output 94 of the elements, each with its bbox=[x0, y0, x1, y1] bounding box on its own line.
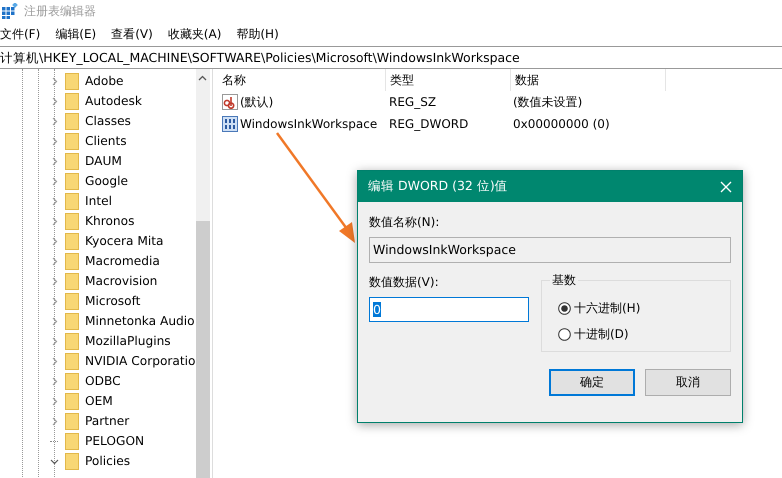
dialog-title: 编辑 DWORD (32 位)值 bbox=[368, 178, 508, 195]
menu-item[interactable]: 帮助(H) bbox=[236, 26, 279, 42]
folder-icon bbox=[65, 252, 79, 270]
chevron-right-icon[interactable] bbox=[50, 256, 59, 266]
address-bar[interactable]: 计算机\HKEY_LOCAL_MACHINE\SOFTWARE\Policies\Microsoft\WindowsInkWorkspace bbox=[0, 46, 782, 69]
tree-item[interactable]: Khronos bbox=[85, 214, 134, 228]
tree-item[interactable]: Intel bbox=[85, 194, 112, 208]
chevron-right-icon[interactable] bbox=[50, 156, 59, 166]
folder-icon bbox=[65, 192, 79, 210]
folder-icon bbox=[65, 372, 79, 390]
tree-item[interactable]: NVIDIA Corporatio bbox=[85, 354, 196, 368]
menu-item[interactable]: 编辑(E) bbox=[55, 26, 96, 42]
tree-item[interactable]: Partner bbox=[85, 414, 130, 428]
folder-icon bbox=[65, 232, 79, 250]
tree-item[interactable]: DAUM bbox=[85, 154, 122, 168]
scrollbar[interactable] bbox=[196, 69, 210, 478]
cancel-button[interactable]: 取消 bbox=[645, 369, 731, 396]
binary-value-icon bbox=[222, 116, 238, 132]
menu-item[interactable]: 查看(V) bbox=[111, 26, 153, 42]
tree-item[interactable]: OEM bbox=[85, 394, 113, 408]
value-name-field[interactable]: WindowsInkWorkspace bbox=[369, 237, 731, 263]
chevron-right-icon[interactable] bbox=[50, 316, 59, 326]
chevron-right-icon[interactable] bbox=[50, 336, 59, 346]
tree-connector bbox=[50, 440, 58, 442]
tree-item[interactable]: Google bbox=[85, 174, 128, 188]
chevron-right-icon[interactable] bbox=[50, 136, 59, 146]
folder-icon bbox=[65, 272, 79, 290]
tree-item[interactable]: ODBC bbox=[85, 374, 121, 388]
close-icon[interactable] bbox=[720, 180, 732, 192]
tree-item[interactable]: PELOGON bbox=[85, 434, 144, 448]
radio-button[interactable] bbox=[558, 328, 571, 340]
tree-item[interactable]: Autodesk bbox=[85, 94, 142, 108]
value-type: REG_DWORD bbox=[388, 117, 470, 131]
folder-icon bbox=[65, 312, 79, 330]
chevron-right-icon[interactable] bbox=[50, 396, 59, 406]
chevron-right-icon[interactable] bbox=[50, 356, 59, 366]
tree-item[interactable]: MozillaPlugins bbox=[85, 334, 171, 348]
column-header[interactable]: 数据 bbox=[511, 69, 666, 91]
folder-icon bbox=[65, 112, 79, 130]
folder-icon bbox=[65, 432, 79, 450]
menu-item[interactable]: 文件(F) bbox=[0, 26, 40, 42]
window-title: 注册表编辑器 bbox=[24, 2, 96, 20]
folder-icon bbox=[65, 352, 79, 370]
chevron-down-icon[interactable] bbox=[50, 456, 59, 466]
folder-icon bbox=[65, 92, 79, 110]
folder-icon bbox=[65, 132, 79, 150]
chevron-right-icon[interactable] bbox=[50, 196, 59, 206]
folder-icon bbox=[65, 72, 79, 90]
folder-icon bbox=[65, 412, 79, 430]
ok-button[interactable]: 确定 bbox=[549, 369, 635, 396]
chevron-right-icon[interactable] bbox=[50, 276, 59, 286]
radio-label[interactable]: 十六进制(H) bbox=[574, 300, 640, 316]
value-data: 0x00000000 (0) bbox=[512, 117, 611, 131]
folder-icon bbox=[65, 172, 79, 190]
radio-label[interactable]: 十进制(D) bbox=[574, 326, 629, 342]
column-header[interactable]: 类型 bbox=[386, 69, 511, 91]
chevron-right-icon[interactable] bbox=[50, 76, 59, 86]
tree-item[interactable]: Minnetonka Audio bbox=[85, 314, 195, 328]
folder-icon bbox=[65, 332, 79, 350]
chevron-right-icon[interactable] bbox=[50, 376, 59, 386]
tree-item[interactable]: Clients bbox=[85, 134, 127, 148]
tree-item[interactable]: Microsoft bbox=[85, 294, 140, 308]
scroll-thumb[interactable] bbox=[196, 221, 210, 478]
tree-item[interactable]: Classes bbox=[85, 114, 131, 128]
chevron-right-icon[interactable] bbox=[50, 96, 59, 106]
menu-item[interactable]: 收藏夹(A) bbox=[168, 26, 222, 42]
folder-icon bbox=[65, 452, 79, 470]
field-label: 数值数据(V): bbox=[369, 274, 440, 291]
tree-item[interactable]: Macrovision bbox=[85, 274, 158, 288]
registry-app-icon bbox=[2, 3, 18, 19]
folder-icon bbox=[65, 212, 79, 230]
group-label: 基数 bbox=[550, 272, 578, 289]
chevron-right-icon[interactable] bbox=[50, 176, 59, 186]
folder-icon bbox=[65, 152, 79, 170]
folder-icon bbox=[65, 392, 79, 410]
tree-item[interactable]: Macromedia bbox=[85, 254, 160, 268]
tree-item[interactable]: Kyocera Mita bbox=[85, 234, 164, 248]
chevron-right-icon[interactable] bbox=[50, 216, 59, 226]
chevron-right-icon[interactable] bbox=[50, 416, 59, 426]
chevron-right-icon[interactable] bbox=[50, 116, 59, 126]
value-name[interactable]: WindowsInkWorkspace bbox=[240, 117, 378, 131]
tree-item[interactable]: Adobe bbox=[85, 74, 124, 88]
column-header[interactable]: 名称 bbox=[220, 69, 386, 91]
value-name[interactable]: (默认) bbox=[240, 94, 274, 110]
tree-item[interactable]: Policies bbox=[85, 454, 130, 468]
value-data-field[interactable]: 0 bbox=[369, 297, 529, 322]
chevron-right-icon[interactable] bbox=[50, 236, 59, 246]
value-type: REG_SZ bbox=[388, 95, 438, 109]
chevron-right-icon[interactable] bbox=[50, 296, 59, 306]
scroll-up-icon[interactable] bbox=[198, 75, 208, 81]
radio-button[interactable] bbox=[558, 302, 571, 314]
value-data: (数值未设置) bbox=[512, 94, 584, 110]
field-label: 数值名称(N): bbox=[369, 214, 440, 231]
folder-icon bbox=[65, 292, 79, 310]
